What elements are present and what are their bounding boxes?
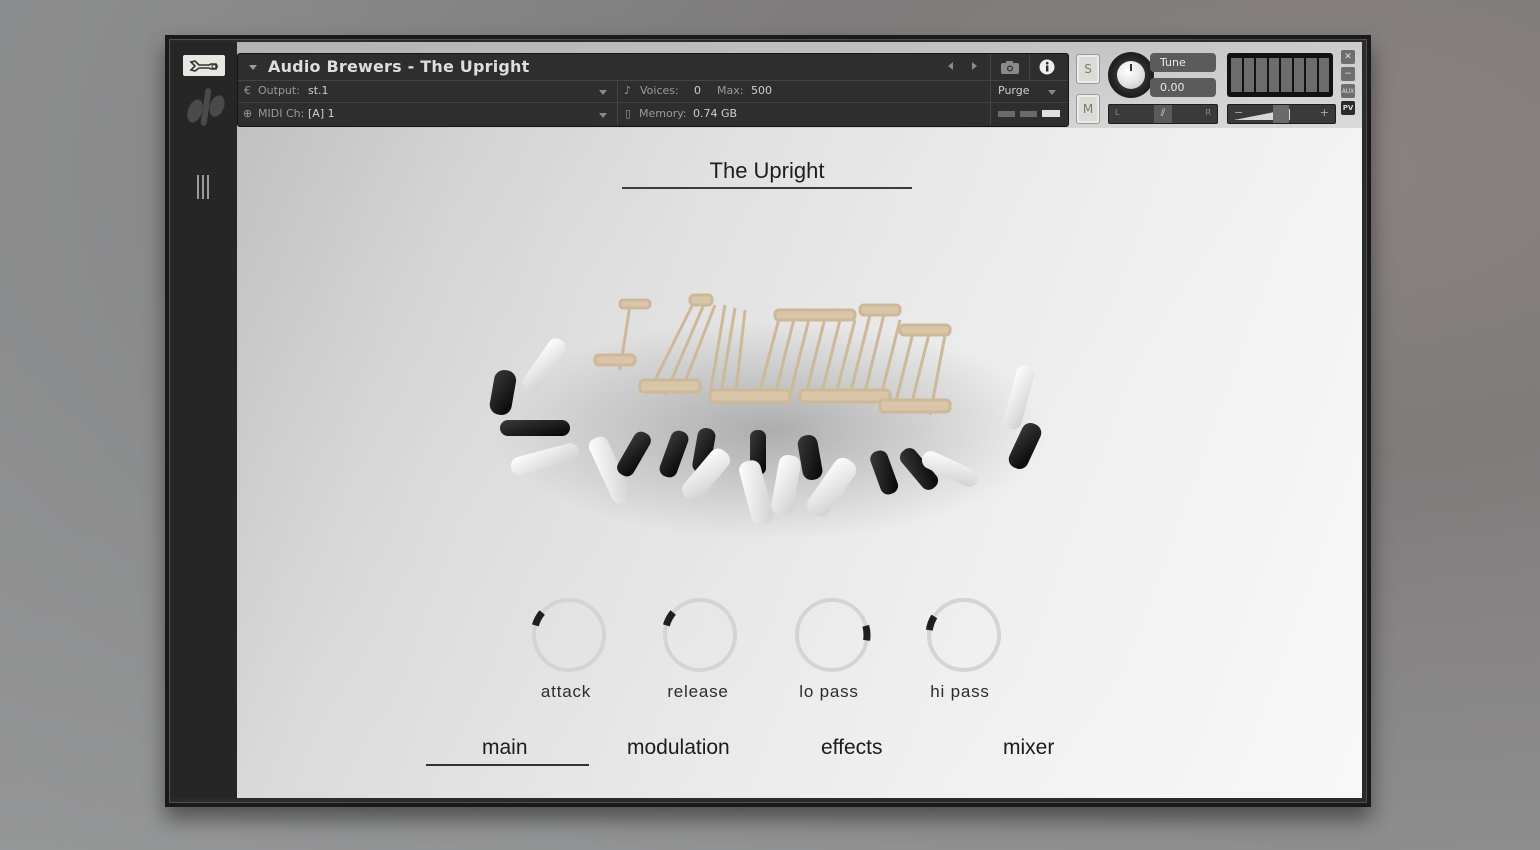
volume-handle[interactable] [1273,105,1289,123]
volume-slider[interactable]: − + [1227,104,1336,124]
output-select[interactable]: st.1 [308,84,329,97]
pan-handle[interactable]: ⫽ [1154,105,1172,123]
output-dropdown-icon[interactable] [599,90,607,95]
piano-mechanism-artwork [489,293,1050,540]
tune-value[interactable]: 0.00 [1150,78,1216,97]
volume-plus-label: + [1319,106,1329,119]
instrument-title: The Upright [709,158,825,183]
midi-channel-label: MIDI Ch: [258,107,305,120]
memory-value: 0.74 GB [693,107,738,120]
knob-label-release: release [667,682,729,701]
tab-effects[interactable]: effects [821,736,882,760]
knob-label-lo-pass: lo pass [799,682,859,701]
memory-icon: ▯ [625,107,632,120]
knob-label-attack: attack [540,682,592,701]
edit-instrument-button[interactable] [183,55,225,76]
pv-button[interactable]: PV [1341,101,1355,115]
midi-icon: ⊕ [243,107,253,120]
purge-dropdown-icon[interactable] [1048,90,1056,95]
tune-label: Tune [1150,53,1216,72]
knob-value-indicator [662,610,676,627]
instrument-header: Audio Brewers - The Upright € Output: st… [237,53,1069,127]
level-meter [1227,53,1333,97]
midi-channel-select[interactable]: [A] 1 [308,107,335,120]
knob-hi-pass[interactable] [925,596,1003,674]
view-toggle-2[interactable] [1020,111,1037,117]
sidebar [171,42,237,798]
minimize-button[interactable]: − [1341,67,1355,81]
close-button[interactable]: ✕ [1341,50,1355,64]
tab-main[interactable]: main [482,736,528,760]
knob-track [927,598,1001,672]
output-icon: € [244,84,251,97]
brand-logo-icon [187,88,225,126]
knob-track [663,598,737,672]
knob-value-indicator [862,624,871,641]
pan-right-label: R [1205,108,1211,117]
solo-button[interactable]: S [1076,54,1100,84]
pan-left-label: L [1115,108,1120,117]
purge-button[interactable]: Purge [998,84,1030,97]
knob-label-hi-pass: hi pass [930,682,990,701]
voices-label: Voices: [640,84,679,97]
memory-label: Memory: [639,107,687,120]
knob-track [795,598,869,672]
tab-modulation[interactable]: modulation [627,736,730,760]
active-tab-underline [426,764,589,766]
instrument-name[interactable]: Audio Brewers - The Upright [268,57,529,76]
knob-track [532,598,606,672]
camera-icon[interactable] [1000,60,1020,74]
tab-mixer[interactable]: mixer [1003,736,1054,760]
mute-button[interactable]: M [1076,94,1100,124]
rack-view-icon[interactable] [197,175,211,199]
prev-instrument-icon[interactable] [948,62,953,70]
tune-knob[interactable] [1108,52,1154,98]
collapse-caret-icon[interactable] [249,65,257,70]
max-voices-value[interactable]: 500 [751,84,772,97]
voices-icon: ♪ [624,84,632,97]
output-label: Output: [258,84,300,97]
knob-attack[interactable] [530,596,608,674]
next-instrument-icon[interactable] [972,62,977,70]
knob-value-indicator [925,614,938,631]
title-underline [622,187,912,189]
wrench-icon [189,59,218,72]
pan-slider[interactable]: L R ⫽ [1108,104,1218,124]
knob-value-indicator [531,610,545,627]
view-toggle-1[interactable] [998,111,1015,117]
midi-dropdown-icon[interactable] [599,113,607,118]
knob-lo-pass[interactable] [793,596,871,674]
max-voices-label: Max: [717,84,744,97]
view-toggle-3[interactable] [1042,110,1060,117]
voices-value: 0 [694,84,701,97]
aux-button[interactable]: AUX [1341,84,1355,98]
info-icon[interactable] [1039,59,1055,75]
knob-release[interactable] [661,596,739,674]
